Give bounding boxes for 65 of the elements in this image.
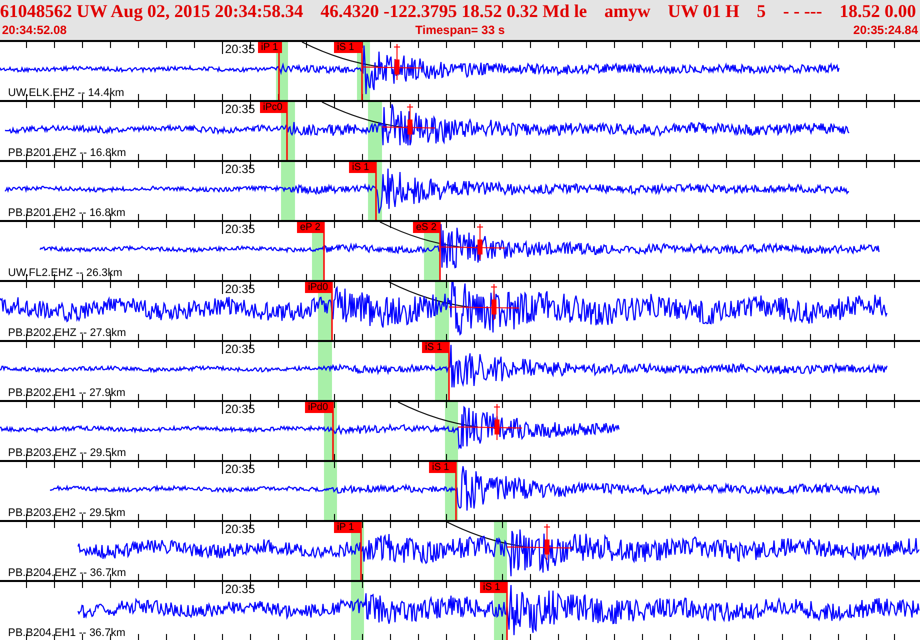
pick-window [368,102,382,160]
station-label: UW.ELK.EHZ -- 14.4km [8,88,124,99]
pick-window [351,582,364,640]
pick-window [324,462,337,520]
time-label: 20:35 [225,463,256,475]
pick-line [286,102,288,160]
event-field: 5 [756,2,766,20]
event-field: 18.52 0.00 [840,2,916,20]
phase-pick-label[interactable]: eP 2 [297,222,324,233]
phase-pick-label[interactable]: iPd0 [305,402,333,413]
pick-window [445,402,458,460]
pick-line [331,282,333,340]
station-label: PB.B201.EH2 -- 16.8km [8,208,126,219]
pick-line [360,522,362,580]
station-label: PB.B203.EHZ -- 29.5km [8,448,126,459]
event-field: 61048562 UW Aug 02, 2015 20:34:58.34 [0,2,304,20]
amplitude-marker-icon [506,524,572,560]
time-label: 20:35 [225,583,256,595]
event-field: UW 01 H [668,2,740,20]
pick-window [318,342,332,400]
time-label: 20:35 [225,343,256,355]
phase-pick-label[interactable]: iS 1 [334,42,362,53]
station-label: PB.B201.EHZ -- 16.8km [8,148,126,159]
end-time: 20:35:24.84 [853,24,918,36]
event-field: 46.4320 -122.3795 18.52 0.32 Md le [320,2,588,20]
time-label: 20:35 [225,283,256,295]
phase-pick-label[interactable]: iP 1 [334,522,361,533]
station-label: PB.B203.EH2 -- 29.5km [8,508,126,519]
pick-window [281,162,295,220]
phase-pick-label[interactable]: iS 1 [480,582,507,593]
phase-pick-label[interactable]: iS 1 [429,462,456,473]
amplitude-marker-icon [458,404,522,440]
pick-line [439,222,441,280]
station-label: PB.B204.EH1 -- 36.7km [8,628,126,639]
station-label: PB.B204.EHZ -- 36.7km [8,568,126,579]
pick-line [448,342,450,400]
station-label: PB.B202.EH1 -- 27.9km [8,388,126,399]
time-label: 20:35 [225,163,256,175]
time-label: 20:35 [225,43,256,55]
amplitude-marker-icon [448,284,520,320]
station-label: UW.FL2.EHZ -- 26.3km [8,268,122,279]
phase-pick-label[interactable]: iP 1 [258,42,282,53]
amplitude-marker-icon [362,44,422,80]
pick-line [375,162,377,220]
pick-line [361,42,363,100]
amplitude-marker-icon [382,104,436,140]
amplitude-marker-icon [440,224,506,260]
pick-line [455,462,457,520]
phase-pick-label[interactable]: eS 2 [413,222,440,233]
phase-pick-label[interactable]: iPd0 [305,282,332,293]
time-label: 20:35 [225,523,256,535]
station-label: PB.B202.EHZ -- 27.9km [8,328,126,339]
pick-line [506,582,508,640]
phase-pick-label[interactable]: iS 1 [349,162,376,173]
pick-line [323,222,325,280]
time-label: 20:35 [225,223,256,235]
event-field: - - --- [783,2,822,20]
phase-pick-label[interactable]: iPc0 [260,102,287,113]
phase-pick-label[interactable]: iS 1 [422,342,449,353]
time-label: 20:35 [225,403,256,415]
event-field: amyw [604,2,650,20]
time-label: 20:35 [225,103,256,115]
pick-line [332,402,334,460]
start-time: 20:34:52.08 [2,24,67,36]
timespan-label: Timespan= 33 s [415,24,505,36]
